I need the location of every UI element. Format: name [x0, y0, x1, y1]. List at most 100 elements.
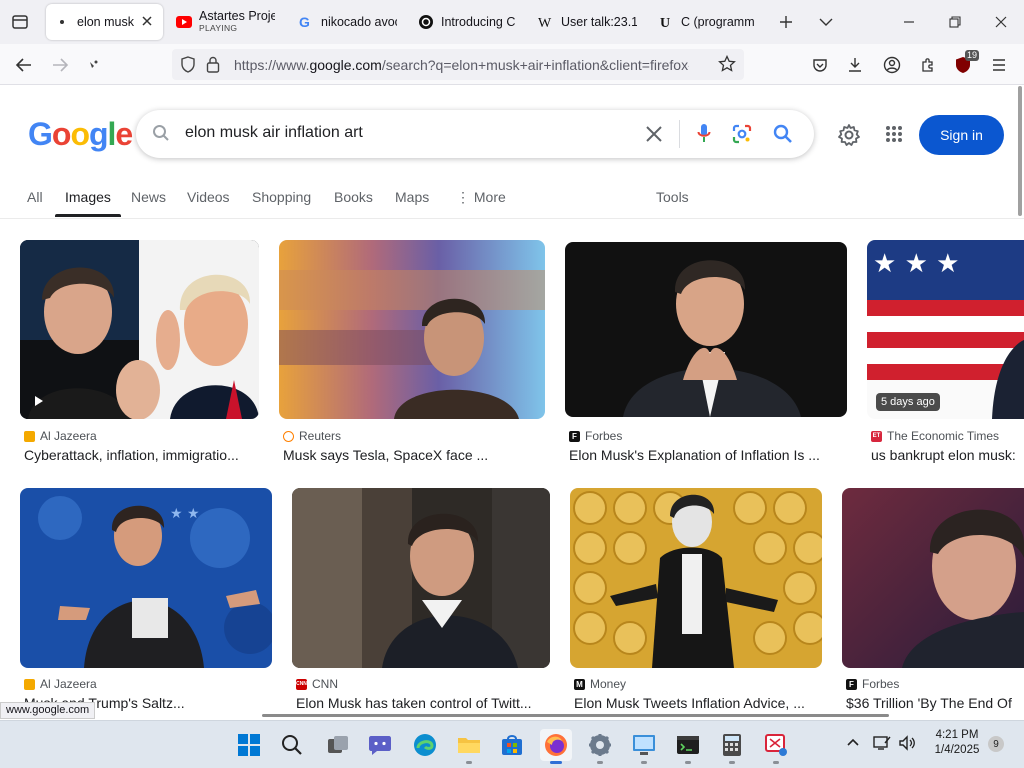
app-menu-button[interactable] [984, 50, 1014, 80]
tab-all[interactable]: All [27, 189, 43, 205]
clear-search-icon[interactable] [645, 125, 663, 143]
terminal-app[interactable] [672, 729, 704, 764]
minimize-button[interactable] [894, 8, 924, 36]
tab-playing-label: PLAYING [199, 22, 238, 33]
extensions-button[interactable] [913, 50, 943, 80]
search-submit-icon[interactable] [773, 124, 793, 144]
close-window-button[interactable] [986, 8, 1016, 36]
close-tab-icon[interactable] [139, 13, 155, 29]
result-source-name: The Economic Times [887, 429, 1000, 443]
result-caption[interactable]: $36 Trillion 'By The End Of [846, 695, 1024, 711]
result-source-name: Forbes [862, 677, 900, 691]
svg-text:G: G [299, 15, 310, 29]
result-image[interactable] [292, 488, 550, 668]
vertical-scrollbar[interactable] [1018, 86, 1022, 216]
result-image[interactable] [279, 240, 545, 419]
result-caption[interactable]: Cyberattack, inflation, immigratio... [24, 447, 259, 463]
tab-videos[interactable]: Videos [187, 189, 230, 205]
reload-button[interactable] [79, 50, 109, 80]
browser-tab[interactable]: Introducing C [410, 4, 525, 40]
tab-more[interactable]: ⋮ More [456, 189, 506, 206]
result-source[interactable]: Al Jazeera [24, 429, 97, 443]
network-icon[interactable] [873, 735, 891, 751]
result-image[interactable] [570, 488, 822, 668]
google-apps-icon[interactable] [885, 125, 903, 143]
system-clock[interactable]: 4:21 PM 1/4/2025 [928, 728, 986, 758]
address-bar[interactable]: https://www.google.com/search?q=elon+mus… [172, 49, 744, 80]
result-source[interactable]: ET The Economic Times [871, 429, 999, 443]
edge-app[interactable] [409, 729, 441, 761]
settings-app[interactable] [584, 729, 616, 764]
firefox-view-button[interactable] [5, 7, 35, 37]
show-hidden-icons-chevron-icon[interactable] [846, 737, 860, 747]
result-source-name: Reuters [299, 429, 342, 443]
result-source[interactable]: F Forbes [569, 429, 622, 443]
result-image[interactable]: ★ ★ ★ 5 days ago [867, 240, 1024, 419]
result-caption[interactable]: Musk says Tesla, SpaceX face ... [283, 447, 545, 463]
ublock-button[interactable]: 19 [948, 50, 979, 80]
settings-gear-icon[interactable] [837, 123, 861, 147]
account-button[interactable] [877, 50, 907, 80]
browser-tab[interactable]: Astartes Proje PLAYING [168, 4, 283, 40]
tracking-protection-icon[interactable] [180, 56, 196, 73]
result-caption[interactable]: Elon Musk's Explanation of Inflation Is … [569, 447, 831, 463]
result-source[interactable]: Reuters [283, 429, 341, 443]
browser-tab-active[interactable]: elon musk [46, 4, 163, 40]
result-caption[interactable]: us bankrupt elon musk: [871, 447, 1024, 463]
chevron-down-icon [819, 18, 833, 26]
tab-books[interactable]: Books [334, 189, 373, 205]
tools-button[interactable]: Tools [656, 189, 689, 205]
tab-shopping[interactable]: Shopping [252, 189, 311, 205]
result-image[interactable] [842, 488, 1024, 668]
downloads-button[interactable] [840, 50, 870, 80]
browser-tab[interactable]: G nikocado avoc [290, 4, 405, 40]
result-source-name: Al Jazeera [40, 677, 97, 691]
voice-search-icon[interactable] [697, 122, 711, 146]
google-logo[interactable]: Google [28, 116, 133, 153]
browser-tab[interactable]: W User talk:23.1 [530, 4, 645, 40]
remote-desktop-app[interactable] [628, 729, 660, 764]
restore-button[interactable] [940, 8, 970, 36]
result-image[interactable] [565, 242, 847, 417]
firefox-app[interactable] [540, 729, 572, 764]
search-box[interactable]: elon musk air inflation art [136, 110, 814, 158]
logo-letter: o [51, 116, 72, 152]
notification-count-badge[interactable]: 9 [988, 736, 1004, 752]
tab-more-label: More [473, 189, 506, 205]
tab-title: Astartes Proje [199, 9, 275, 23]
tab-maps[interactable]: Maps [395, 189, 429, 205]
file-explorer-app[interactable] [453, 729, 485, 764]
lock-icon[interactable] [206, 56, 220, 73]
result-caption[interactable]: Elon Musk has taken control of Twitt... [296, 695, 550, 711]
list-all-tabs-button[interactable] [811, 8, 841, 36]
result-image[interactable] [20, 240, 259, 419]
result-caption[interactable]: Elon Musk Tweets Inflation Advice, ... [574, 695, 822, 711]
forward-button[interactable] [45, 50, 75, 80]
result-source[interactable]: M Money [574, 677, 626, 691]
sign-in-button[interactable]: Sign in [919, 115, 1004, 155]
tab-images[interactable]: Images [65, 189, 111, 205]
microsoft-store-app[interactable] [496, 729, 528, 761]
result-source[interactable]: CNN CNN [296, 677, 338, 691]
lens-search-icon[interactable] [732, 124, 752, 144]
arrow-right-icon [53, 58, 69, 72]
result-source-name: Forbes [585, 429, 623, 443]
volume-icon[interactable] [898, 735, 916, 751]
back-button[interactable] [9, 50, 39, 80]
search-input[interactable]: elon musk air inflation art [185, 124, 363, 142]
result-source[interactable]: F Forbes [846, 677, 899, 691]
browser-tab[interactable]: U C (programm [650, 4, 765, 40]
result-image[interactable]: ★ ★ [20, 488, 272, 668]
new-tab-button[interactable] [771, 8, 801, 36]
tab-news[interactable]: News [131, 189, 166, 205]
pocket-button[interactable] [805, 50, 835, 80]
result-source[interactable]: Al Jazeera [24, 677, 97, 691]
horizontal-scrollbar[interactable] [262, 714, 889, 717]
task-view-button[interactable] [322, 729, 354, 761]
bookmark-star-icon[interactable] [718, 55, 736, 73]
teams-chat-button[interactable] [364, 729, 396, 761]
calculator-app[interactable] [716, 729, 748, 764]
snipping-tool-app[interactable] [760, 729, 792, 764]
start-button[interactable] [233, 729, 265, 761]
search-button[interactable] [276, 729, 308, 761]
